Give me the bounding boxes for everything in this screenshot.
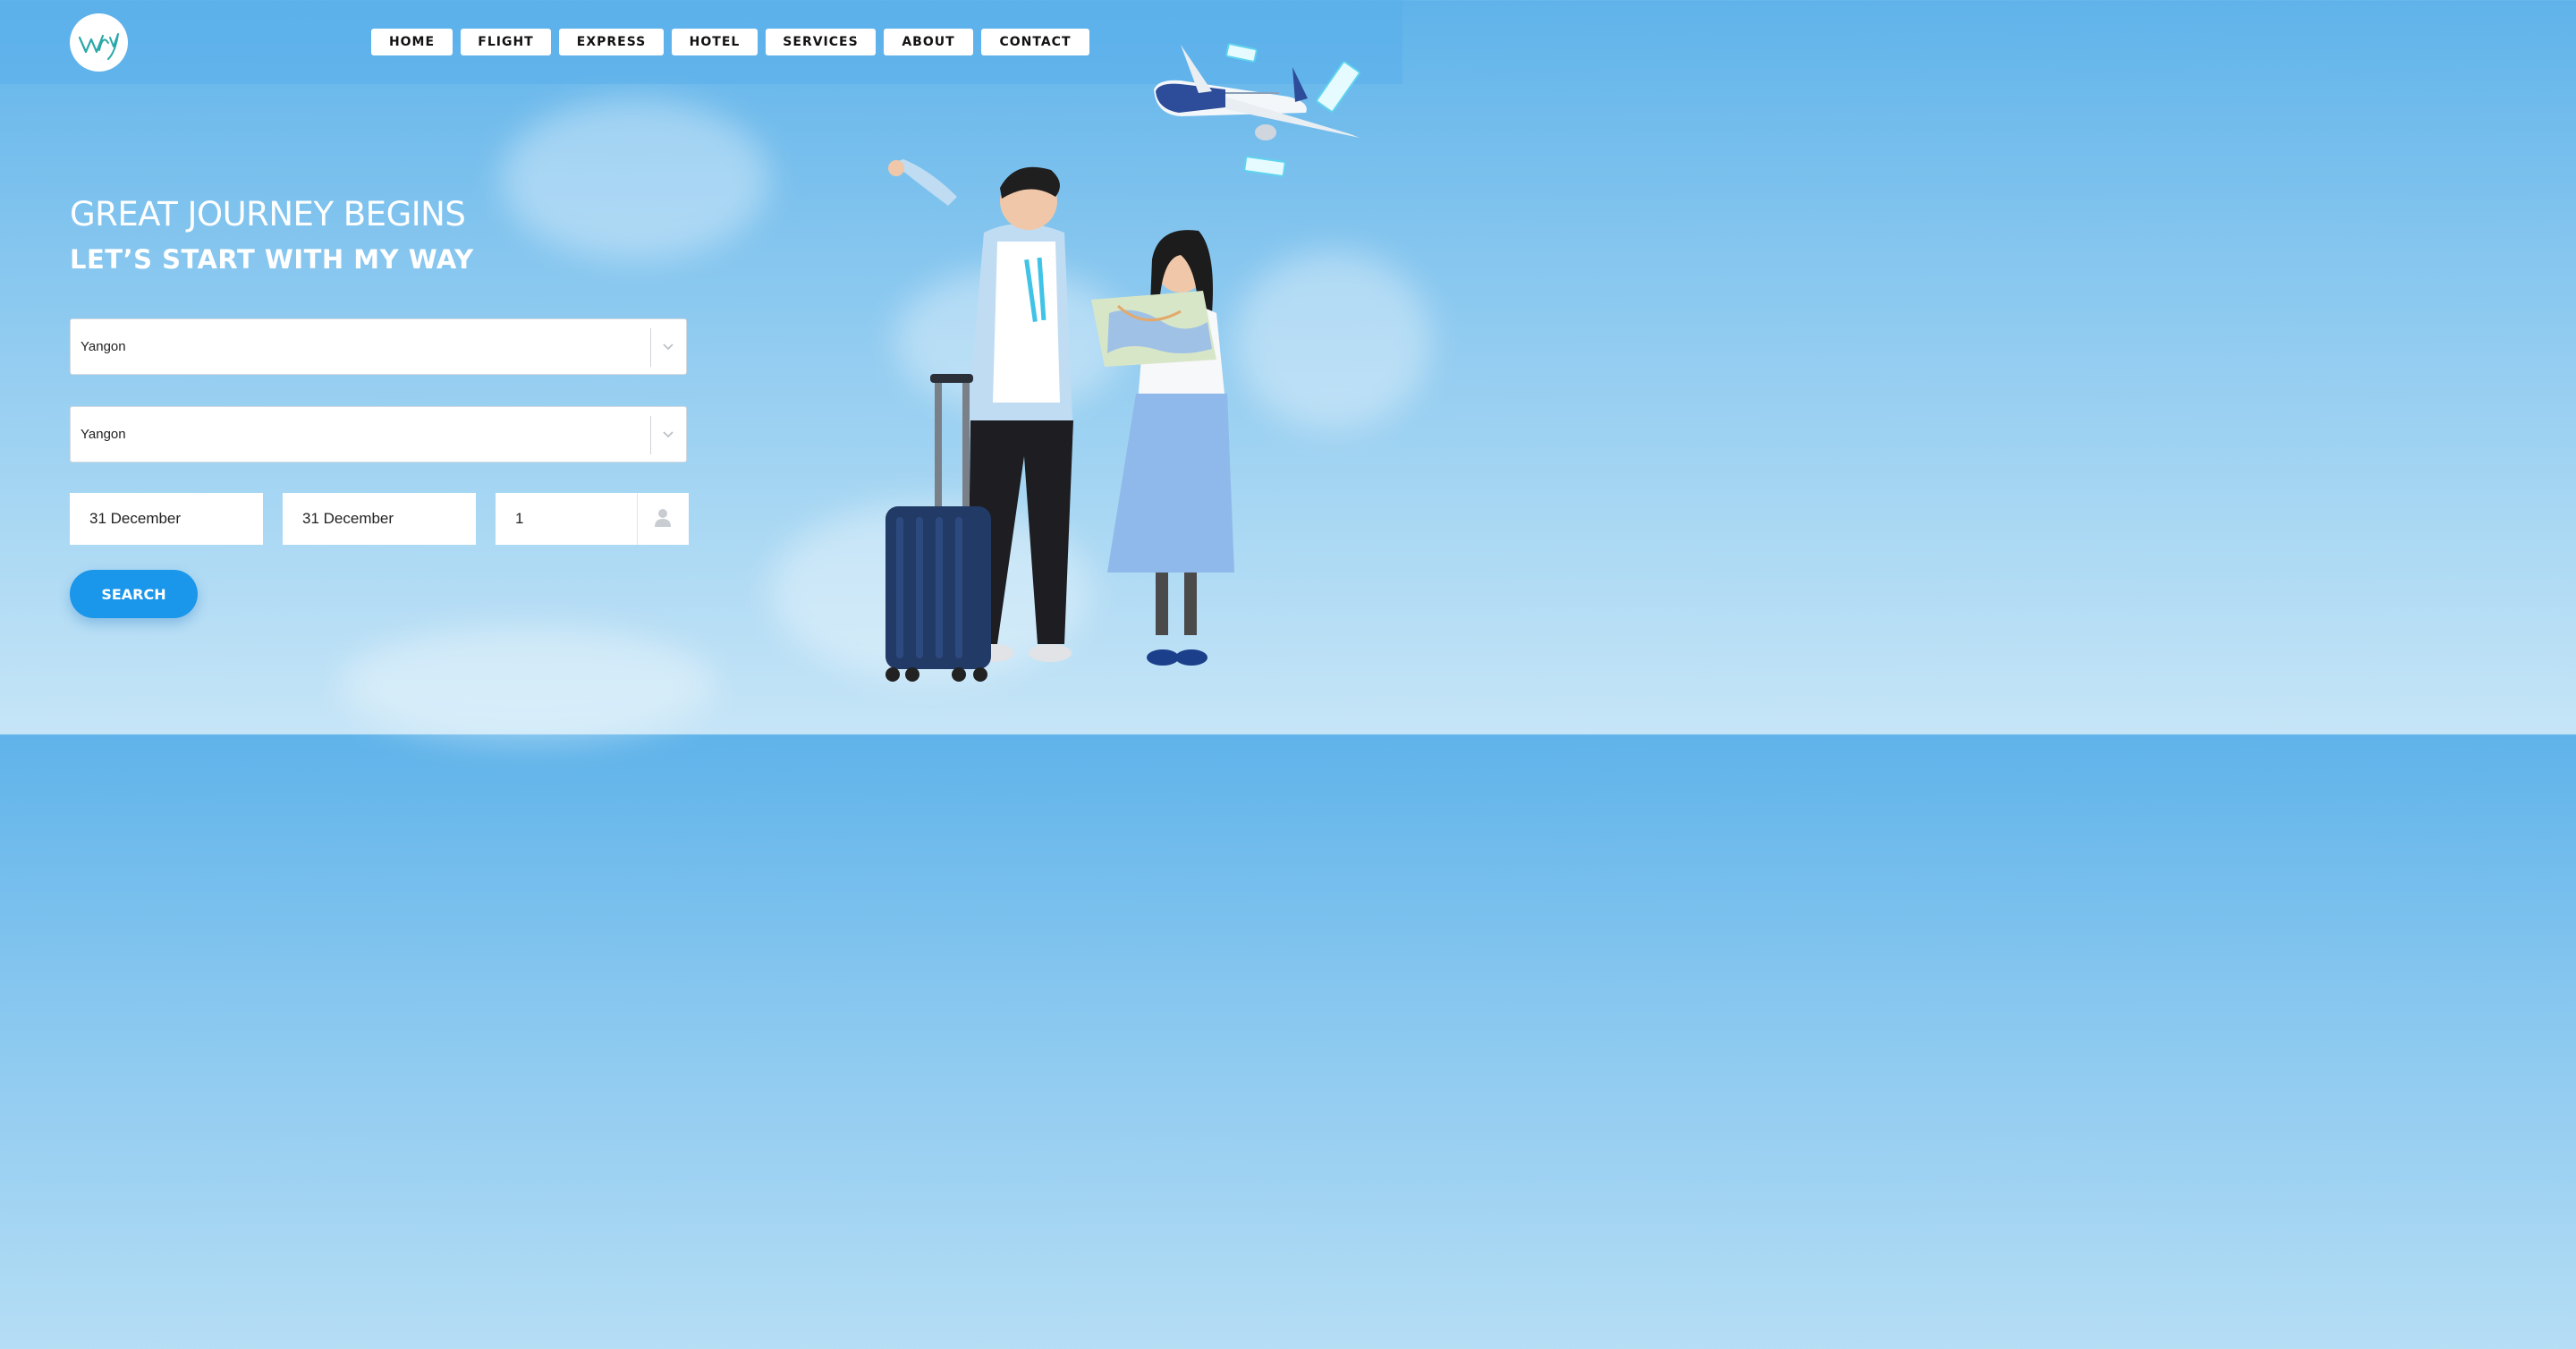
chevron-down-icon[interactable] [662,340,674,352]
select-divider [650,416,651,454]
nav-flight[interactable]: FLIGHT [461,29,551,55]
destination-value: Yangon [80,427,126,442]
nav-express[interactable]: EXPRESS [559,29,664,55]
search-button[interactable]: SEARCH [70,570,198,618]
hero-title: GREAT JOURNEY BEGINS [70,195,466,233]
hero-subtitle: LET’S START WITH MY WAY [70,244,474,275]
origin-select[interactable]: Yangon [70,318,687,375]
person-icon [655,509,671,527]
destination-select[interactable]: Yangon [70,406,687,462]
select-divider [650,328,651,367]
return-date-field[interactable]: 31 December [283,493,476,545]
chevron-down-icon[interactable] [662,428,674,440]
hero-illustration [886,43,1360,682]
field-divider [637,493,638,545]
logo-mark [78,32,119,60]
nav-home[interactable]: HOME [371,29,453,55]
map-icon [1091,291,1216,367]
return-date-value: 31 December [302,510,394,527]
passenger-field[interactable]: 1 [496,493,689,545]
nav-hotel[interactable]: HOTEL [672,29,758,55]
passenger-count: 1 [515,510,524,527]
depart-date-value: 31 December [89,510,182,527]
origin-value: Yangon [80,339,126,354]
logo[interactable] [70,13,128,72]
background-cloud [501,98,769,259]
depart-date-field[interactable]: 31 December [70,493,263,545]
background-cloud [340,626,716,742]
